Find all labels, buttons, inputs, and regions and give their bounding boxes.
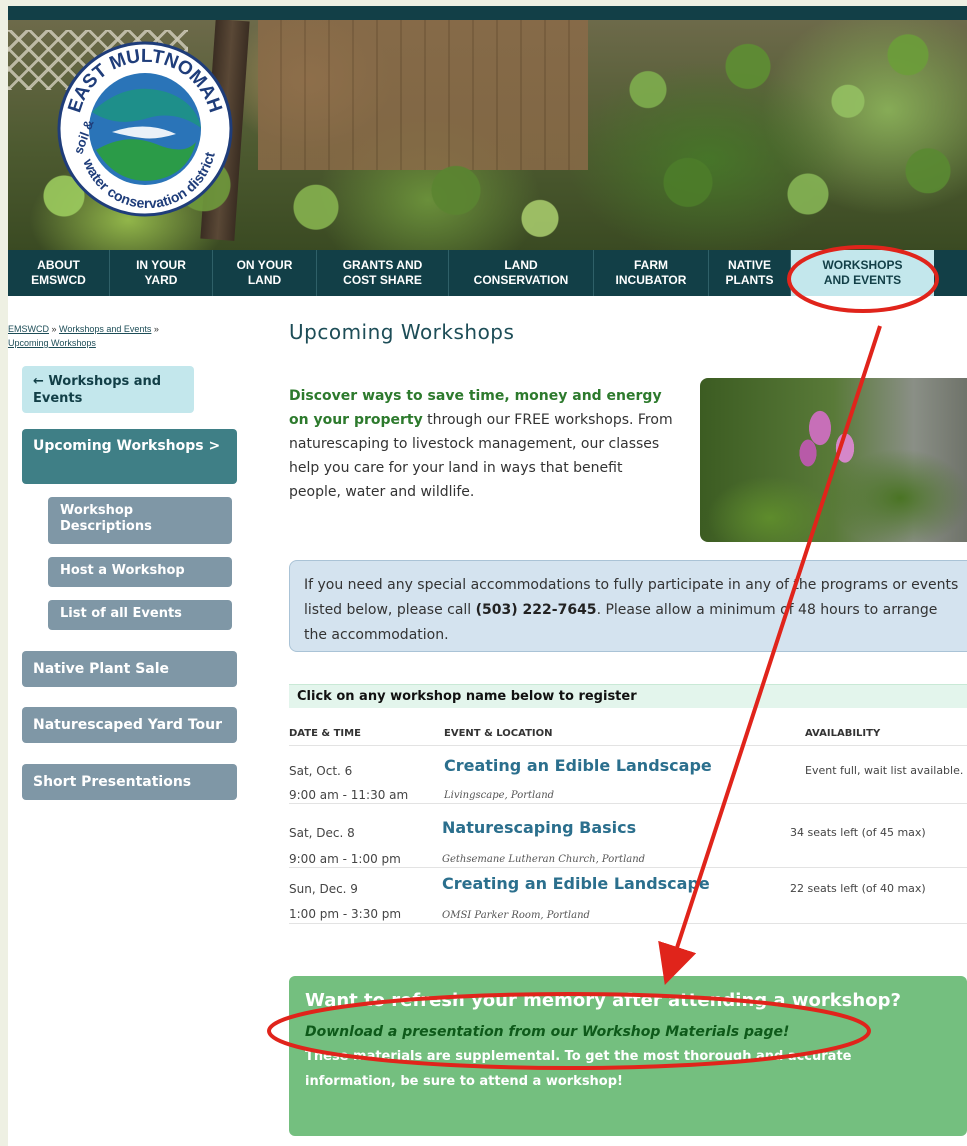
sidebar-item-native-plant-sale[interactable]: Native Plant Sale: [22, 651, 237, 687]
breadcrumb: EMSWCD » Workshops and Events » Upcoming…: [8, 322, 228, 350]
sidebar-subitem-workshop-descriptions[interactable]: Workshop Descriptions: [48, 497, 232, 544]
row-event-link[interactable]: Creating an Edible Landscape: [444, 756, 712, 775]
workshop-materials-box: Want to refresh your memory after attend…: [289, 976, 967, 1136]
row-location: Livingscape, Portland: [444, 790, 555, 801]
row-date: Sat, Oct. 6: [289, 764, 353, 778]
row-event-link[interactable]: Naturescaping Basics: [442, 818, 636, 837]
row-availability: Event full, wait list available.: [805, 764, 964, 777]
page: EAST MULTNOMAH water conservation distri…: [8, 6, 967, 1146]
row-availability: 34 seats left (of 45 max): [790, 826, 926, 839]
register-instruction: Click on any workshop name below to regi…: [289, 684, 967, 708]
workshop-materials-link[interactable]: Download a presentation from our Worksho…: [305, 1024, 951, 1040]
breadcrumb-current[interactable]: Upcoming Workshops: [8, 338, 96, 348]
nav-farm-incubator[interactable]: FARM INCUBATOR: [594, 250, 709, 296]
breadcrumb-separator: »: [49, 324, 60, 334]
breadcrumb-home[interactable]: EMSWCD: [8, 324, 49, 334]
row-location: Gethsemane Lutheran Church, Portland: [442, 854, 646, 865]
row-location: OMSI Parker Room, Portland: [442, 910, 590, 921]
column-header-event: EVENT & LOCATION: [444, 728, 553, 739]
nav-on-your-land[interactable]: ON YOUR LAND: [213, 250, 317, 296]
sidebar-item-naturescaped-yard-tour[interactable]: Naturescaped Yard Tour: [22, 707, 237, 743]
table-row: Sun, Dec. 9 1:00 pm - 3:30 pm Creating a…: [289, 868, 967, 924]
table-row: Sat, Oct. 6 9:00 am - 11:30 am Creating …: [289, 752, 967, 804]
table-row: Sat, Dec. 8 9:00 am - 1:00 pm Naturescap…: [289, 812, 967, 868]
top-strip: [8, 6, 967, 20]
materials-note: These materials are supplemental. To get…: [305, 1049, 852, 1089]
row-event-link[interactable]: Creating an Edible Landscape: [442, 874, 710, 893]
row-time: 9:00 am - 1:00 pm: [289, 852, 401, 866]
materials-heading: Want to refresh your memory after attend…: [305, 990, 901, 1011]
intro-paragraph: Discover ways to save time, money and en…: [289, 384, 677, 504]
sidebar-item-upcoming-workshops[interactable]: Upcoming Workshops >: [22, 429, 237, 484]
row-availability: 22 seats left (of 40 max): [790, 882, 926, 895]
breadcrumb-parent[interactable]: Workshops and Events: [59, 324, 151, 334]
row-time: 9:00 am - 11:30 am: [289, 788, 409, 802]
accommodation-phone: (503) 222-7645: [475, 602, 597, 618]
breadcrumb-separator: »: [151, 324, 159, 334]
flower-photo: [700, 378, 967, 542]
column-header-availability: AVAILABILITY: [805, 728, 881, 739]
row-time: 1:00 pm - 3:30 pm: [289, 907, 402, 921]
emswcd-logo[interactable]: EAST MULTNOMAH water conservation distri…: [56, 40, 234, 218]
table-header-divider: [289, 745, 967, 746]
main-nav: ABOUT EMSWCD IN YOUR YARD ON YOUR LAND G…: [8, 250, 967, 296]
nav-land-conservation[interactable]: LAND CONSERVATION: [449, 250, 594, 296]
row-date: Sun, Dec. 9: [289, 882, 358, 896]
sidebar-subitem-host-workshop[interactable]: Host a Workshop: [48, 557, 232, 587]
nav-native-plants[interactable]: NATIVE PLANTS: [709, 250, 791, 296]
nav-in-your-yard[interactable]: IN YOUR YARD: [110, 250, 213, 296]
column-header-date: DATE & TIME: [289, 728, 361, 739]
nav-about[interactable]: ABOUT EMSWCD: [8, 250, 110, 296]
sidebar-subitem-list-all-events[interactable]: List of all Events: [48, 600, 232, 630]
accommodation-notice: If you need any special accommodations t…: [289, 560, 967, 652]
banner-foliage-right: [568, 20, 967, 252]
sidebar-back-workshops-events[interactable]: ← Workshops and Events: [22, 366, 194, 413]
sidebar-item-short-presentations[interactable]: Short Presentations: [22, 764, 237, 800]
header-banner: EAST MULTNOMAH water conservation distri…: [8, 20, 967, 252]
row-date: Sat, Dec. 8: [289, 826, 355, 840]
nav-workshops-events[interactable]: WORKSHOPS AND EVENTS: [791, 250, 934, 296]
nav-grants-cost-share[interactable]: GRANTS AND COST SHARE: [317, 250, 449, 296]
page-title: Upcoming Workshops: [289, 320, 515, 344]
